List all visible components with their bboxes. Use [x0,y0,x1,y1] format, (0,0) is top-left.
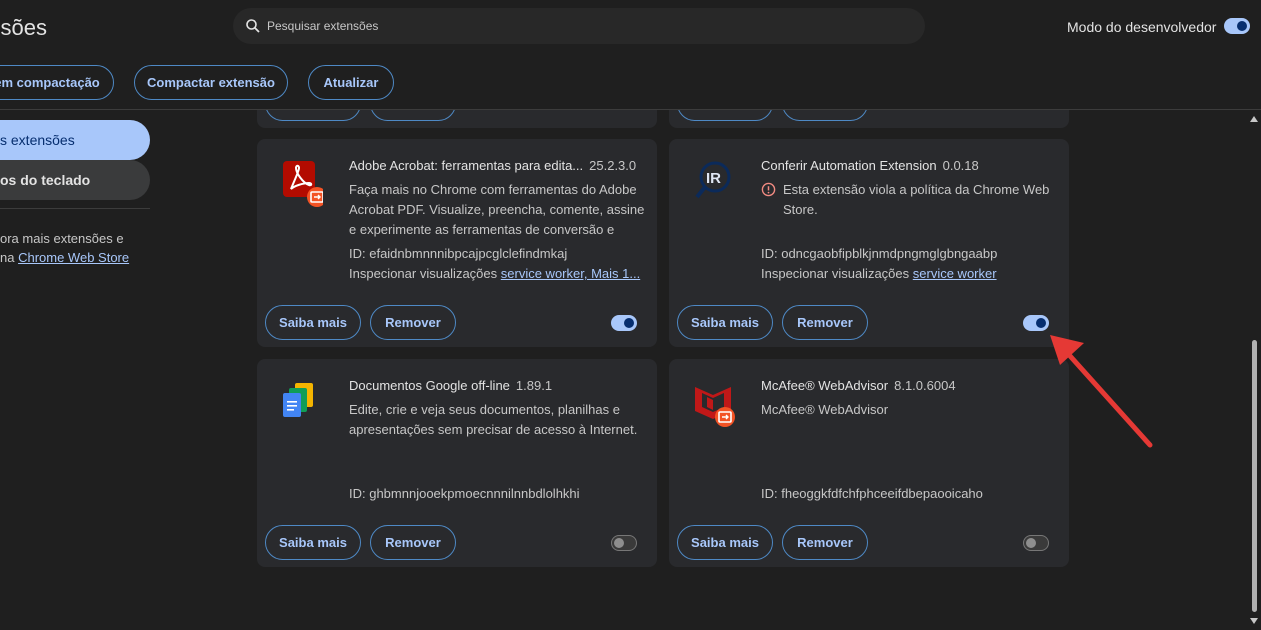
extension-id: ID: efaidnbmnnnibpcajpcglclefindmkaj [349,246,568,261]
inspect-link[interactable]: service worker, Mais 1... [501,266,640,281]
promo-prefix: na [0,250,19,265]
inspect-link[interactable]: service worker [913,266,997,281]
extension-card-conferir: IR Conferir Automation Extension 0.0.18 E… [669,139,1069,347]
extension-card-google-docs: Documentos Google off-line 1.89.1 Edite, … [257,359,657,567]
extension-id: ID: ghbmnnjooekpmoecnnnilnnbdlolhkhi [349,486,580,501]
policy-warning: Esta extensão viola a política da Chrome… [761,180,1057,220]
mcafee-icon [691,379,735,427]
extension-id: ID: odncgaobfipblkjnmdpngmglgbngaabp [761,246,998,261]
promo-text: ora mais extensões e [0,231,124,246]
enable-toggle[interactable] [1023,535,1049,551]
remove-button[interactable]: Remover [370,305,456,340]
inspect-views: Inspecionar visualizações service worker [761,266,997,281]
extension-description: Faça mais no Chrome com ferramentas do A… [349,182,645,237]
search-box[interactable] [233,8,925,44]
extension-description: Edite, crie e veja seus documentos, plan… [349,402,638,437]
adobe-acrobat-icon [279,159,327,207]
scroll-thumb[interactable] [1252,340,1257,612]
extension-version: 0.0.18 [942,158,979,173]
sidebar-item-label: os do teclado [0,172,91,188]
sidebar-item-shortcuts[interactable]: os do teclado [0,160,150,200]
extension-card-mcafee: McAfee® WebAdvisor 8.1.0.6004 McAfee® Web… [669,359,1069,567]
inspect-views: Inspecionar visualizações service worker… [349,266,640,281]
sidebar-item-extensions[interactable]: s extensões [0,120,150,160]
toolbar: ensões Modo do desenvolvedor em compacta… [0,0,1261,110]
enable-toggle[interactable] [1023,315,1049,331]
devmode-label: Modo do desenvolvedor [1067,19,1217,35]
extension-description: McAfee® WebAdvisor [761,402,889,417]
enable-toggle[interactable] [611,535,637,551]
search-icon [246,19,260,33]
scroll-down-arrow-icon[interactable] [1250,618,1258,624]
extension-name: Documentos Google off-line 1.89.1 [349,378,553,393]
extension-version: 8.1.0.6004 [894,378,956,393]
enable-toggle[interactable] [611,315,637,331]
devmode-toggle[interactable] [1224,18,1250,34]
sidebar-item-label: s extensões [0,132,75,148]
web-store-promo: ora mais extensões e na Chrome Web Store [0,229,129,267]
more-info-button[interactable]: Saiba mais [677,305,773,340]
remove-button[interactable]: Remover [782,525,868,560]
error-icon [761,182,776,197]
pack-extension-button[interactable]: Compactar extensão [134,65,288,100]
extension-name: Conferir Automation Extension 0.0.18 [761,158,979,173]
warning-text: Esta extensão viola a política da Chrome… [783,182,1050,217]
conferir-ir-icon: IR [691,159,731,199]
chrome-web-store-link[interactable]: Chrome Web Store [18,250,129,265]
inspect-label: Inspecionar visualizações [761,266,910,281]
search-input[interactable] [267,19,867,33]
extension-version: 25.2.3.0 [589,158,637,173]
extension-version: 1.89.1 [515,378,553,393]
extension-card-adobe-acrobat: Adobe Acrobat: ferramentas para edita...… [257,139,657,347]
svg-text:IR: IR [706,170,721,187]
more-info-button[interactable]: Saiba mais [677,525,773,560]
scrollbar[interactable] [1247,110,1261,630]
remove-button[interactable]: Remover [370,525,456,560]
more-info-button[interactable]: Saiba mais [265,305,361,340]
extension-name: McAfee® WebAdvisor 8.1.0.6004 [761,378,956,393]
sidebar-divider [0,208,150,209]
page-title: ensões [0,15,47,40]
more-info-button[interactable]: Saiba mais [265,525,361,560]
remove-button[interactable]: Remover [782,305,868,340]
load-unpacked-button[interactable]: em compactação [0,65,114,100]
inspect-label: Inspecionar visualizações [349,266,498,281]
update-button[interactable]: Atualizar [308,65,394,100]
scroll-up-arrow-icon[interactable] [1250,116,1258,122]
extension-name: Adobe Acrobat: ferramentas para edita...… [349,158,637,173]
google-docs-offline-icon [279,379,319,419]
extension-id: ID: fheoggkfdfchfphceeifdbepaooicaho [761,486,983,501]
